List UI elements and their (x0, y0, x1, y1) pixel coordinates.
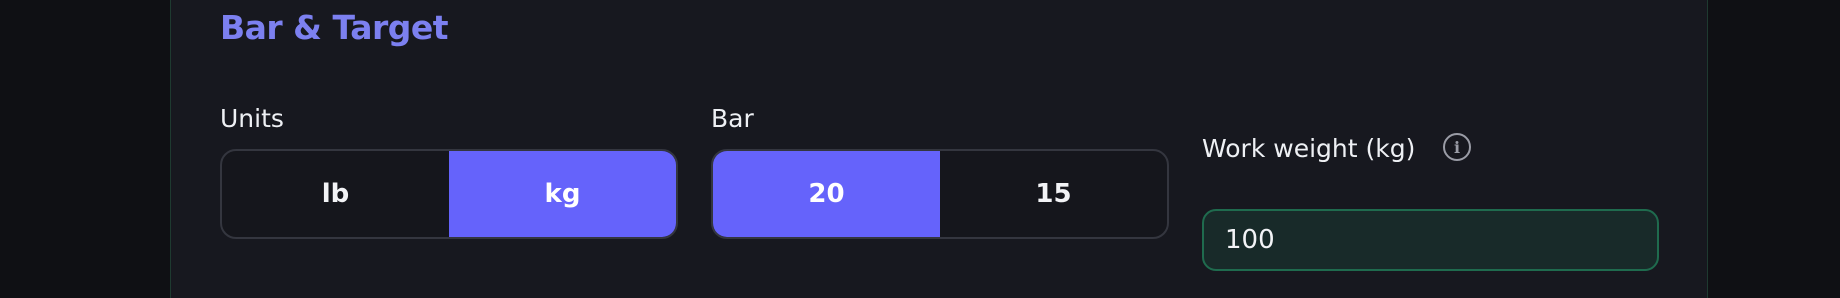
units-option-lb[interactable]: lb (222, 151, 449, 237)
info-icon[interactable]: i (1443, 133, 1471, 161)
work-weight-label: Work weight (kg) (1202, 134, 1416, 163)
section-title: Bar & Target (220, 8, 449, 47)
bar-option-20[interactable]: 20 (713, 151, 940, 237)
units-segmented-control: lb kg (220, 149, 678, 239)
bar-option-15[interactable]: 15 (940, 151, 1167, 237)
bar-label: Bar (711, 104, 754, 133)
work-weight-input[interactable]: 100 (1202, 209, 1659, 271)
units-label: Units (220, 104, 284, 133)
bar-segmented-control: 20 15 (711, 149, 1169, 239)
units-option-kg[interactable]: kg (449, 151, 676, 237)
